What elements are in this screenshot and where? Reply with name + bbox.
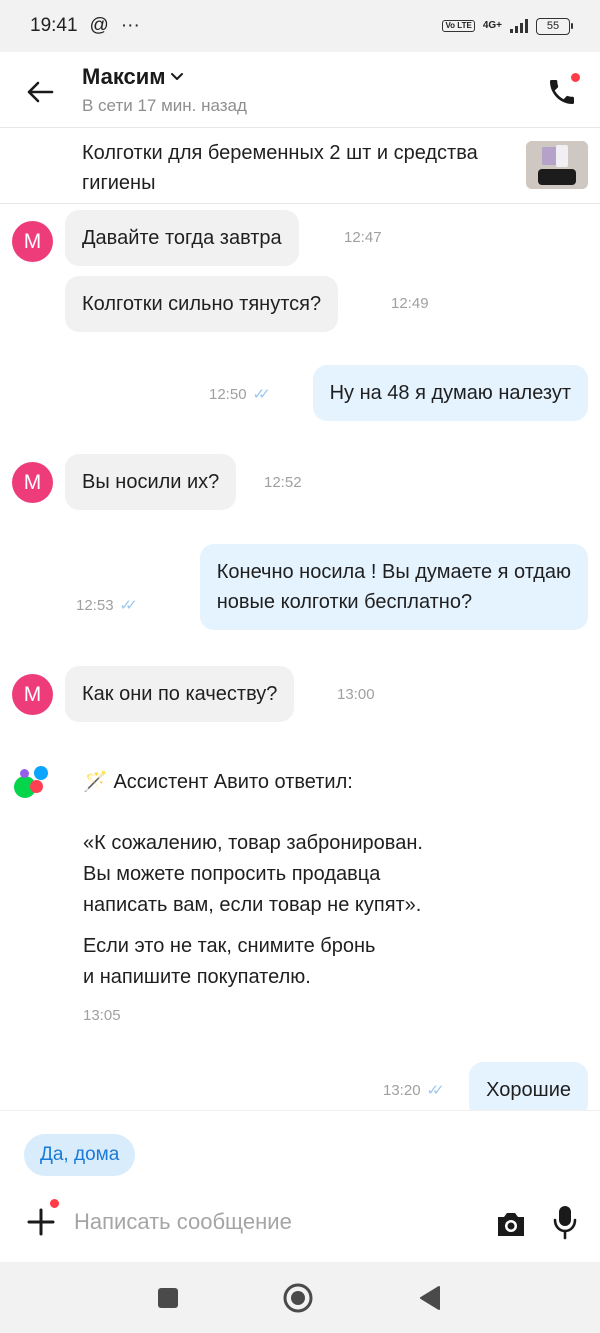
assistant-heading-text: Ассистент Авито ответил: [113, 771, 353, 793]
avatar-letter: М [23, 229, 42, 253]
avatar[interactable]: М [12, 221, 53, 262]
nav-back-button[interactable] [414, 1282, 446, 1314]
message-input[interactable]: Написать сообщение [74, 1205, 474, 1239]
time-text: 13:00 [337, 686, 375, 703]
plus-icon [27, 1208, 55, 1236]
quick-reply-chip[interactable]: Да, дома [24, 1134, 136, 1176]
assistant-quote: «К сожалению, товар забронирован. Вы мож… [83, 828, 423, 921]
microphone-icon [553, 1206, 577, 1240]
message-time: 13:05 [83, 1007, 121, 1024]
back-arrow-icon [27, 81, 54, 103]
message-time: 13:00 [337, 686, 375, 703]
outgoing-message[interactable]: Хорошие [469, 1062, 588, 1110]
status-bar: 19:41 @ ··· Vo LTE 4G+ 55 [0, 0, 600, 52]
message-text: Как они по качеству? [82, 683, 278, 705]
signal-icon [510, 19, 528, 33]
message-input-placeholder: Написать сообщение [74, 1209, 292, 1234]
outgoing-message[interactable]: Ну на 48 я думаю налезут [312, 365, 588, 421]
listing-title: Колготки для беременных 2 шт и средства … [82, 142, 478, 194]
assistant-text-line: Вы можете попросить продавца [83, 863, 381, 885]
contact-status: В сети 17 мин. назад [82, 96, 247, 115]
contact-name-button[interactable]: Максим [82, 64, 184, 90]
avatar[interactable]: М [12, 462, 53, 503]
time-text: 12:52 [264, 474, 302, 491]
assistant-note: Если это не так, снимите бронь и напишит… [83, 931, 375, 993]
nav-back-icon [420, 1286, 440, 1310]
message-text: Колготки сильно тянутся? [82, 293, 322, 315]
nav-home-button[interactable] [282, 1282, 314, 1314]
battery-icon: 55 [536, 17, 573, 35]
status-left: 19:41 @ ··· [30, 15, 140, 37]
attach-notification-dot [48, 1197, 61, 1210]
volte-icon: Vo LTE [442, 20, 475, 32]
nav-recents-icon [158, 1288, 178, 1308]
time-text: 12:50 [209, 385, 247, 403]
assistant-text-line: Если это не так, снимите бронь [83, 935, 376, 957]
time-text: 12:49 [391, 295, 429, 312]
assistant-heading: 🪄 Ассистент Авито ответил: [83, 767, 353, 798]
avatar-letter: М [23, 682, 42, 706]
chat-header: Максим В сети 17 мин. назад [0, 52, 600, 128]
message-text-line: Конечно носила ! Вы думаете я отдаю [216, 561, 571, 583]
message-time: 13:20 ✓✓ [383, 1081, 445, 1100]
message-text: Вы носили их? [82, 471, 220, 493]
nav-home-icon [283, 1283, 313, 1313]
call-button[interactable] [542, 71, 582, 112]
magic-wand-icon: 🪄 [83, 771, 108, 793]
system-navigation-bar [0, 1262, 600, 1333]
time-text: 13:05 [83, 1007, 121, 1024]
back-button[interactable] [22, 74, 58, 110]
message-time: 12:49 [391, 295, 429, 312]
read-checks-icon: ✓✓ [426, 1082, 445, 1099]
message-time: 12:50 ✓✓ [209, 385, 271, 404]
incoming-message[interactable]: Вы носили их? [65, 454, 237, 510]
read-checks-icon: ✓✓ [252, 386, 271, 403]
listing-photo-icon [526, 141, 588, 189]
listing-thumbnail [526, 141, 588, 189]
nav-recents-button[interactable] [152, 1282, 184, 1314]
microphone-button[interactable] [548, 1203, 582, 1241]
message-time: 12:53 ✓✓ [76, 596, 138, 615]
composer-panel: Да, дома Написать сообщение [0, 1110, 600, 1262]
battery-level: 55 [546, 20, 560, 32]
avatar-letter: М [23, 470, 42, 494]
message-text-line: новые колготки бесплатно? [216, 591, 473, 613]
message-text: Давайте тогда завтра [82, 227, 282, 249]
time-text: 12:53 [76, 596, 114, 614]
contact-name: Максим [82, 64, 166, 89]
incoming-message[interactable]: Давайте тогда завтра [65, 210, 299, 266]
outgoing-message[interactable]: Конечно носила ! Вы думаете я отдаю новы… [199, 544, 588, 630]
assistant-text-line: написать вам, если товар не купят». [83, 894, 422, 916]
message-text: Ну на 48 я думаю налезут [329, 382, 571, 404]
chevron-down-icon [170, 73, 183, 80]
avito-logo-icon [14, 766, 52, 802]
network-type: 4G+ [482, 20, 502, 31]
message-time: 12:47 [344, 229, 382, 246]
camera-icon [498, 1213, 524, 1236]
incoming-message[interactable]: Колготки сильно тянутся? [65, 276, 339, 332]
attach-button[interactable] [24, 1197, 61, 1239]
incoming-message[interactable]: Как они по качеству? [65, 666, 295, 722]
camera-button[interactable] [494, 1207, 528, 1241]
read-checks-icon: ✓✓ [119, 597, 138, 614]
assistant-text-line: и напишите покупателю. [83, 966, 311, 988]
message-text: Хорошие [486, 1079, 571, 1101]
more-icon: ··· [120, 15, 140, 36]
status-time: 19:41 [30, 15, 78, 36]
chat-messages[interactable]: М Давайте тогда завтра 12:47 Колготки си… [0, 204, 600, 1110]
listing-item[interactable]: Колготки для беременных 2 шт и средства … [0, 128, 600, 204]
call-notification-dot [569, 71, 582, 84]
time-text: 12:47 [344, 229, 382, 246]
time-text: 13:20 [383, 1081, 421, 1099]
at-icon: @ [89, 15, 109, 36]
message-time: 12:52 [264, 474, 302, 491]
assistant-text-line: «К сожалению, товар забронирован. [83, 832, 423, 854]
status-right: Vo LTE 4G+ 55 [442, 17, 573, 35]
avatar[interactable]: М [12, 674, 53, 715]
